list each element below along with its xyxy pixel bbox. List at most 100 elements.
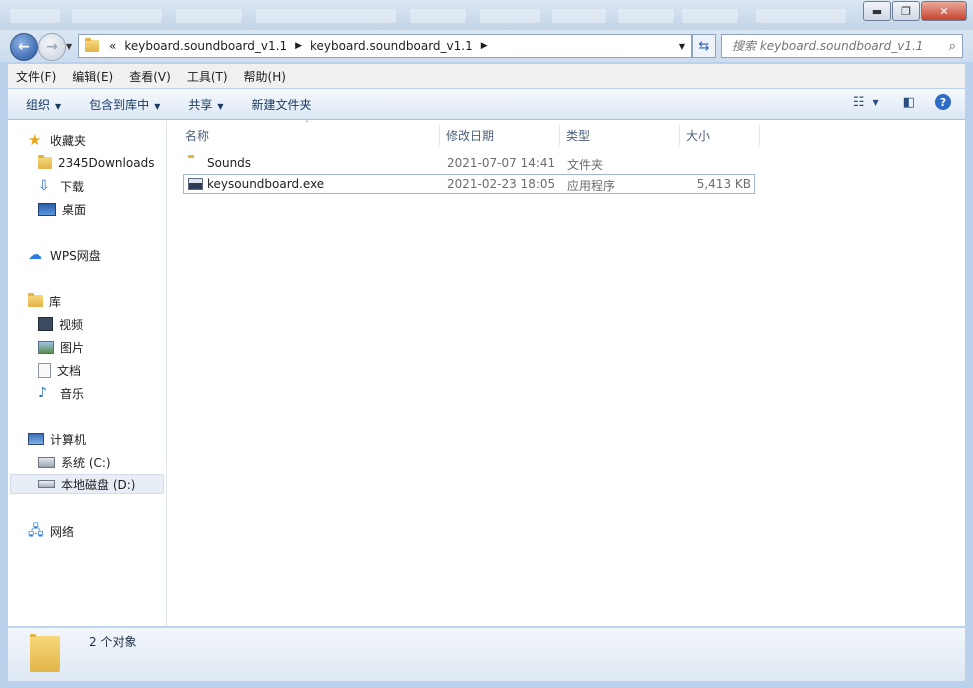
nav-label: 图片 xyxy=(60,340,85,355)
nav-2345downloads[interactable]: 2345Downloads xyxy=(38,153,154,173)
folder-icon xyxy=(38,155,52,169)
nav-label: 收藏夹 xyxy=(50,133,87,148)
back-button[interactable]: ← xyxy=(10,33,38,61)
chevron-right-icon[interactable]: ▶ xyxy=(481,41,488,51)
chevron-down-icon[interactable]: ▼ xyxy=(873,98,879,107)
preview-pane-icon[interactable]: ◧ xyxy=(903,95,915,110)
chevron-down-icon: ▼ xyxy=(66,42,73,51)
nav-label: 音乐 xyxy=(60,386,85,401)
star-icon: ★ xyxy=(28,131,42,149)
menu-edit[interactable]: 编辑(E) xyxy=(64,68,121,85)
organize-label: 组织 xyxy=(26,97,51,112)
arrow-right-icon: → xyxy=(46,39,58,55)
picture-icon xyxy=(38,340,54,354)
background-tab xyxy=(552,9,606,23)
file-row-sounds[interactable]: Sounds 2021-07-07 14:41 文件夹 xyxy=(183,153,755,173)
network-icon: 🖧 xyxy=(28,523,44,539)
nav-documents[interactable]: 文档 xyxy=(38,360,81,380)
title-bar: ▬ ❐ ✕ xyxy=(0,0,973,30)
chevron-down-icon: ▼ xyxy=(154,101,161,111)
background-tab xyxy=(682,9,738,23)
background-tab xyxy=(10,9,60,23)
address-bar[interactable]: « keyboard.soundboard_v1.1 ▶ keyboard.so… xyxy=(78,34,692,58)
window-controls: ▬ ❐ ✕ xyxy=(862,1,967,21)
folder-icon xyxy=(30,634,60,672)
document-icon xyxy=(38,362,51,378)
nav-desktop[interactable]: 桌面 xyxy=(38,199,86,219)
chevron-down-icon[interactable]: ▼ xyxy=(679,42,685,51)
search-icon[interactable]: ⌕ xyxy=(949,39,956,54)
help-button[interactable]: ? xyxy=(935,94,951,110)
nav-label: 系统 (C:) xyxy=(61,455,111,470)
search-input[interactable] xyxy=(722,38,949,54)
chevron-down-icon: ▼ xyxy=(55,101,62,111)
file-name: keysoundboard.exe xyxy=(207,177,325,191)
menu-bar: 文件(F) 编辑(E) 查看(V) 工具(T) 帮助(H) xyxy=(8,64,965,88)
share-button[interactable]: 共享 ▼ xyxy=(172,96,235,113)
file-type: 文件夹 xyxy=(567,158,604,172)
nav-drive-c[interactable]: 系统 (C:) xyxy=(38,452,111,472)
background-tab xyxy=(756,9,846,23)
application-icon xyxy=(188,178,203,190)
breadcrumb-overflow[interactable]: « xyxy=(109,39,116,53)
nav-downloads[interactable]: ⇩ 下载 xyxy=(38,176,84,196)
file-list: ˄ 名称 修改日期 类型 大小 Sounds 2021-07-07 14:41 … xyxy=(167,120,965,626)
menu-view[interactable]: 查看(V) xyxy=(121,68,179,85)
menu-help[interactable]: 帮助(H) xyxy=(236,68,294,85)
film-icon xyxy=(38,317,53,331)
folder-icon xyxy=(85,38,99,52)
nav-label: 视频 xyxy=(59,317,84,332)
nav-videos[interactable]: 视频 xyxy=(38,314,83,334)
download-icon: ⇩ xyxy=(38,178,50,194)
column-header-name[interactable]: 名称 xyxy=(179,124,440,146)
system-drive-icon xyxy=(38,456,55,468)
column-header-type[interactable]: 类型 xyxy=(560,124,680,146)
menu-file[interactable]: 文件(F) xyxy=(8,68,64,85)
maximize-button[interactable]: ❐ xyxy=(892,1,920,21)
background-tab xyxy=(618,9,674,23)
nav-libraries[interactable]: 库 xyxy=(28,291,61,311)
nav-label: 网络 xyxy=(50,524,75,539)
breadcrumb-item[interactable]: keyboard.soundboard_v1.1 xyxy=(310,39,473,53)
status-bar: 2 个对象 xyxy=(8,627,965,681)
nav-favorites[interactable]: ★ 收藏夹 xyxy=(28,130,86,150)
item-count: 2 个对象 xyxy=(89,635,137,649)
new-folder-button[interactable]: 新建文件夹 xyxy=(236,96,324,113)
view-tools: ☷ ▼ ◧ ? xyxy=(837,94,951,110)
organize-button[interactable]: 组织 ▼ xyxy=(8,96,73,113)
nav-drive-d[interactable]: 本地磁盘 (D:) xyxy=(10,474,164,494)
column-header-modified[interactable]: 修改日期 xyxy=(440,124,560,146)
nav-wps-cloud[interactable]: ☁ WPS网盘 xyxy=(28,245,101,265)
nav-label: 文档 xyxy=(57,363,82,378)
close-button[interactable]: ✕ xyxy=(921,1,967,21)
include-in-library-button[interactable]: 包含到库中 ▼ xyxy=(73,96,172,113)
nav-network[interactable]: 🖧 网络 xyxy=(28,521,74,541)
background-tab xyxy=(256,9,396,23)
chevron-down-icon: ▼ xyxy=(217,101,224,111)
nav-music[interactable]: ♪ 音乐 xyxy=(38,383,84,403)
command-bar: 组织 ▼ 包含到库中 ▼ 共享 ▼ 新建文件夹 ☷ ▼ ◧ ? xyxy=(8,89,965,120)
refresh-icon: ⇆ xyxy=(698,38,710,54)
file-name: Sounds xyxy=(207,156,252,170)
nav-label: 下载 xyxy=(60,179,85,194)
background-tab xyxy=(410,9,466,23)
nav-pictures[interactable]: 图片 xyxy=(38,337,84,357)
search-box: ⌕ xyxy=(721,34,963,58)
chevron-right-icon[interactable]: ▶ xyxy=(295,41,302,51)
breadcrumb-item[interactable]: keyboard.soundboard_v1.1 xyxy=(124,39,287,53)
desktop-icon xyxy=(38,202,56,216)
file-row-keysoundboard[interactable]: keysoundboard.exe 2021-02-23 18:05 应用程序 … xyxy=(183,174,755,194)
view-options-icon[interactable]: ☷ xyxy=(853,95,865,110)
computer-icon xyxy=(28,433,44,445)
menu-tools[interactable]: 工具(T) xyxy=(179,68,236,85)
recent-locations-button[interactable]: ▼ xyxy=(66,42,72,51)
forward-button[interactable]: → xyxy=(38,33,66,61)
file-modified: 2021-02-23 18:05 xyxy=(447,177,556,191)
include-library-label: 包含到库中 xyxy=(89,97,150,112)
column-header-size[interactable]: 大小 xyxy=(680,124,760,146)
file-modified: 2021-07-07 14:41 xyxy=(447,156,556,170)
refresh-button[interactable]: ⇆ xyxy=(692,34,716,58)
nav-computer[interactable]: 计算机 xyxy=(28,429,86,449)
library-icon xyxy=(28,293,43,307)
minimize-button[interactable]: ▬ xyxy=(863,1,891,21)
